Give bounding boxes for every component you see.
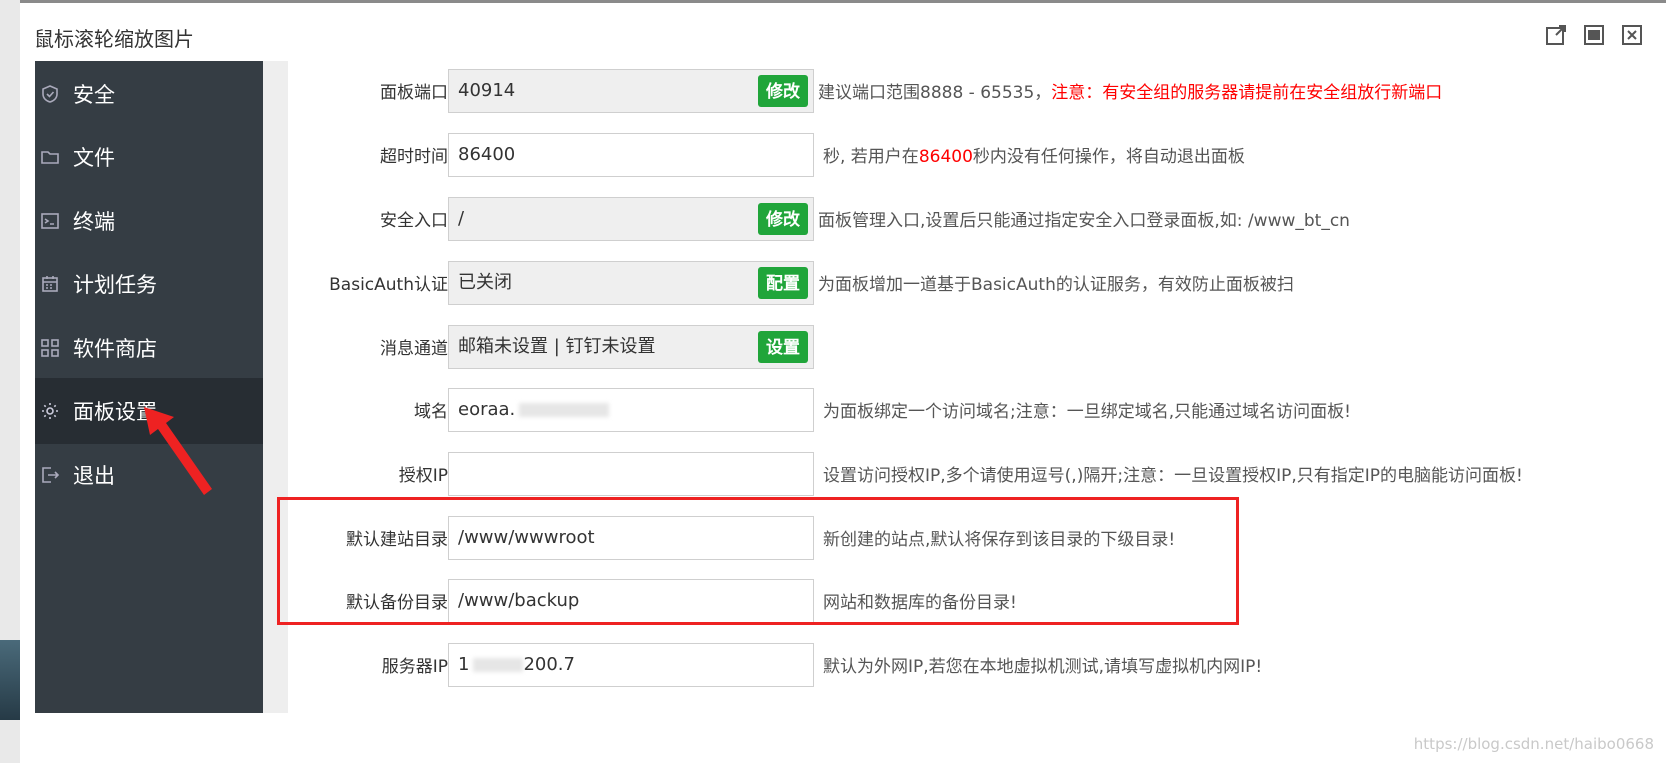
message-channel-row: 消息通道 邮箱未设置 | 钉钉未设置 设置: [288, 325, 1666, 373]
sidebar-item-logout[interactable]: 退出: [35, 442, 263, 508]
field-label: 消息通道: [380, 339, 448, 359]
field-description: 面板管理入口,设置后只能通过指定安全入口登录面板,如: /www_bt_cn: [818, 211, 1350, 231]
field-label: 默认备份目录: [346, 593, 448, 613]
timeout-row: 超时时间 86400 秒, 若用户在86400秒内没有任何操作，将自动退出面板: [288, 133, 1666, 181]
panel-port-row: 面板端口 40914 修改 建议端口范围8888 - 65535，注意：有安全组…: [288, 69, 1666, 117]
close-icon[interactable]: [1620, 23, 1644, 47]
sidebar-item-panel-settings[interactable]: 面板设置: [35, 378, 263, 444]
scroll-gutter: [263, 61, 288, 713]
redacted-blur: [473, 658, 524, 672]
server-ip-value: 1: [458, 654, 470, 675]
field-label: 超时时间: [380, 147, 448, 167]
field-description: 新创建的站点,默认将保存到该目录的下级目录!: [823, 530, 1176, 550]
sidebar-item-label: 文件: [73, 146, 115, 170]
field-description: 网站和数据库的备份目录!: [823, 593, 1017, 613]
field-label: 服务器IP: [381, 657, 448, 677]
field-description: 设置访问授权IP,多个请使用逗号(,)隔开;注意：一旦设置授权IP,只有指定IP…: [823, 466, 1523, 486]
field-label: 授权IP: [398, 466, 448, 486]
server-ip-row: 服务器IP 1 200.7 默认为外网IP,若您在本地虚拟机测试,请填写虚拟机内网…: [288, 643, 1666, 691]
basic-auth-row: BasicAuth认证 已关闭 配置 为面板增加一道基于BasicAuth的认证…: [288, 261, 1666, 309]
security-entry-row: 安全入口 / 修改 面板管理入口,设置后只能通过指定安全入口登录面板,如: /w…: [288, 197, 1666, 245]
grid-icon: [35, 315, 65, 381]
field-description: 建议端口范围8888 - 65535，注意：有安全组的服务器请提前在安全组放行新…: [818, 69, 1442, 117]
field-label: 面板端口: [380, 83, 448, 103]
field-description: 默认为外网IP,若您在本地虚拟机测试,请填写虚拟机内网IP!: [823, 657, 1263, 677]
dialog-title: 鼠标滚轮缩放图片: [34, 27, 194, 51]
window-controls: [1544, 23, 1644, 47]
default-backup-dir-input[interactable]: /www/backup: [448, 579, 814, 623]
desc-number: 86400: [918, 147, 973, 167]
message-channel-setup-button[interactable]: 设置: [758, 331, 808, 363]
watermark: https://blog.csdn.net/haibo0668: [1413, 735, 1654, 753]
gear-icon: [35, 378, 65, 444]
maximize-icon[interactable]: [1582, 23, 1606, 47]
field-label: 安全入口: [380, 211, 448, 231]
field-label: 默认建站目录: [346, 530, 448, 550]
sidebar: 安全 文件 终端 计划任务 软件商店 面板设置 退出: [35, 61, 263, 713]
field-label: 域名: [414, 402, 448, 422]
server-ip-tail: 200.7: [523, 654, 575, 675]
sidebar-item-label: 计划任务: [73, 273, 157, 297]
server-ip-input[interactable]: 1 200.7: [448, 643, 814, 687]
basic-auth-config-button[interactable]: 配置: [758, 267, 808, 299]
shield-icon: [35, 61, 65, 127]
background-strip: [0, 0, 20, 763]
auth-ip-row: 授权IP 设置访问授权IP,多个请使用逗号(,)隔开;注意：一旦设置授权IP,只…: [288, 452, 1666, 500]
sidebar-item-label: 软件商店: [73, 337, 157, 361]
field-description: 秒, 若用户在86400秒内没有任何操作，将自动退出面板: [823, 133, 1245, 181]
sidebar-item-label: 终端: [73, 210, 115, 234]
folder-icon: [35, 124, 65, 190]
sidebar-item-files[interactable]: 文件: [35, 124, 263, 190]
external-link-icon[interactable]: [1544, 23, 1568, 47]
logout-icon: [35, 442, 65, 508]
domain-row: 域名 eoraa. 为面板绑定一个访问域名;注意：一旦绑定域名,只能通过域名访问…: [288, 388, 1666, 436]
sidebar-item-label: 面板设置: [73, 400, 157, 424]
default-backup-dir-row: 默认备份目录 /www/backup 网站和数据库的备份目录!: [288, 579, 1666, 627]
settings-form: 面板端口 40914 修改 建议端口范围8888 - 65535，注意：有安全组…: [288, 61, 1666, 713]
settings-dialog: 鼠标滚轮缩放图片 安全 文件 终端 计划任务 软件商店 面板设置 退出 面板端口…: [20, 3, 1666, 763]
field-description: 为面板绑定一个访问域名;注意：一旦绑定域名,只能通过域名访问面板!: [823, 402, 1351, 422]
sidebar-item-terminal[interactable]: 终端: [35, 188, 263, 254]
panel-port-modify-button[interactable]: 修改: [758, 75, 808, 107]
desc-text: 秒, 若用户在: [823, 147, 919, 167]
desc-warning: 注意：有安全组的服务器请提前在安全组放行新端口: [1051, 83, 1443, 103]
sidebar-item-security[interactable]: 安全: [35, 61, 263, 127]
terminal-icon: [35, 188, 65, 254]
sidebar-item-software-store[interactable]: 软件商店: [35, 315, 263, 381]
calendar-icon: [35, 251, 65, 317]
desc-text: 秒内没有任何操作，将自动退出面板: [972, 147, 1245, 167]
default-site-dir-row: 默认建站目录 /www/wwwroot 新创建的站点,默认将保存到该目录的下级目…: [288, 516, 1666, 564]
field-description: 为面板增加一道基于BasicAuth的认证服务，有效防止面板被扫: [818, 275, 1294, 295]
sidebar-item-scheduled-tasks[interactable]: 计划任务: [35, 251, 263, 317]
field-label: BasicAuth认证: [329, 275, 448, 295]
timeout-input[interactable]: 86400: [448, 133, 814, 177]
domain-value: eoraa.: [458, 399, 516, 420]
sidebar-item-label: 退出: [73, 464, 115, 488]
background-thumbnail: [0, 640, 20, 720]
security-entry-modify-button[interactable]: 修改: [758, 203, 808, 235]
default-site-dir-input[interactable]: /www/wwwroot: [448, 516, 814, 560]
redacted-blur: [519, 403, 610, 417]
sidebar-item-label: 安全: [73, 83, 115, 107]
domain-input[interactable]: eoraa.: [448, 388, 814, 432]
desc-text: 建议端口范围8888 - 65535，: [818, 83, 1052, 103]
auth-ip-input[interactable]: [448, 452, 814, 496]
